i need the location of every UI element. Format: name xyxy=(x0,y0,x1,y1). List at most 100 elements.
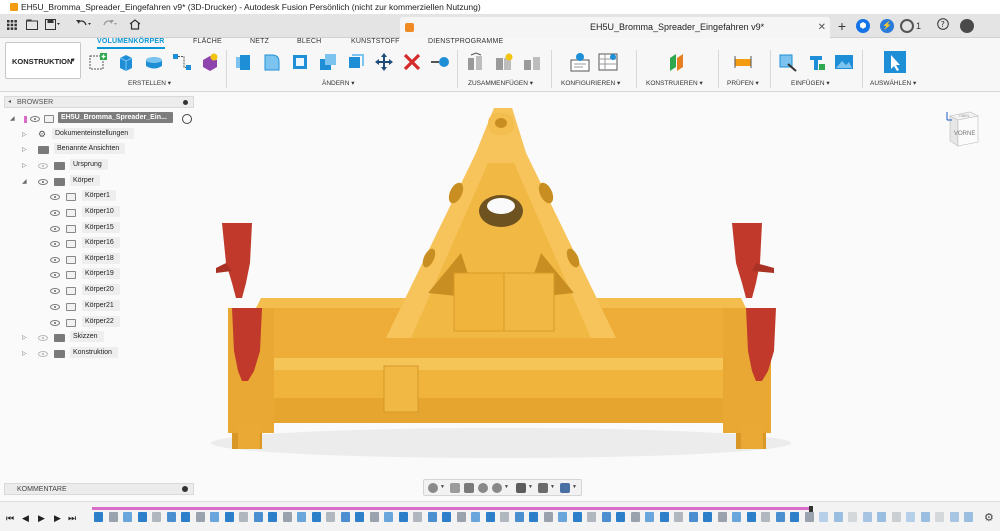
press-pull-icon[interactable] xyxy=(234,52,254,72)
timeline-feature-icon[interactable] xyxy=(137,512,147,522)
group-pruefen[interactable]: PRÜFEN ▾ xyxy=(727,79,759,87)
visibility-eye-icon[interactable] xyxy=(50,320,60,326)
visibility-eye-icon[interactable] xyxy=(38,179,48,185)
configure-table-icon[interactable] xyxy=(598,52,618,72)
visibility-eye-icon[interactable] xyxy=(50,272,60,278)
timeline-feature-icon[interactable] xyxy=(413,512,422,522)
physical-material-icon[interactable] xyxy=(430,52,450,72)
as-built-joint-icon[interactable] xyxy=(522,52,542,72)
fillet-icon[interactable] xyxy=(262,52,282,72)
home-icon[interactable] xyxy=(128,17,142,35)
orbit-icon[interactable] xyxy=(428,483,438,493)
timeline-feature-icon[interactable] xyxy=(500,512,509,522)
timeline-feature-icon[interactable] xyxy=(572,512,582,522)
timeline-feature-icon[interactable] xyxy=(427,512,437,522)
notifications-icon[interactable]: ⚡ xyxy=(880,19,894,33)
undo-icon[interactable] xyxy=(74,17,94,35)
timeline-feature-icon[interactable] xyxy=(543,512,553,522)
timeline-feature-icon[interactable] xyxy=(456,512,466,522)
timeline-feature-icon[interactable] xyxy=(891,512,901,522)
timeline-feature-icon[interactable] xyxy=(616,512,625,522)
visibility-eye-icon[interactable] xyxy=(38,163,48,169)
create-sketch-icon[interactable] xyxy=(88,52,108,72)
group-auswaehlen[interactable]: AUSWÄHLEN ▾ xyxy=(870,79,916,87)
close-tab-icon[interactable]: ✕ xyxy=(818,17,826,38)
visibility-eye-icon[interactable] xyxy=(50,304,60,310)
timeline-feature-icon[interactable] xyxy=(877,512,886,522)
timeline-feature-icon[interactable] xyxy=(848,512,857,522)
timeline-feature-icon[interactable] xyxy=(514,512,524,522)
tab-flaeche[interactable]: FLÄCHE xyxy=(193,38,222,48)
workspace-switcher[interactable]: KONSTRUKTION ▼ xyxy=(5,42,81,79)
timeline-feature-icon[interactable] xyxy=(108,512,118,522)
step-back-icon[interactable]: ◀ xyxy=(22,513,29,524)
extensions-icon[interactable]: ⬢ xyxy=(856,19,870,33)
combine-icon[interactable] xyxy=(318,52,338,72)
visibility-eye-icon[interactable] xyxy=(50,241,60,247)
timeline-feature-icon[interactable] xyxy=(210,512,219,522)
timeline-feature-icon[interactable] xyxy=(355,512,364,522)
app-grid-icon[interactable] xyxy=(6,17,18,35)
timeline-feature-icon[interactable] xyxy=(471,512,480,522)
group-erstellen[interactable]: ERSTELLEN ▾ xyxy=(128,79,171,87)
shell-icon[interactable] xyxy=(290,52,310,72)
fit-zoom-icon[interactable] xyxy=(492,483,502,493)
insert-canvas-icon[interactable] xyxy=(834,52,854,72)
expand-arrow-icon[interactable]: ▷ xyxy=(22,159,30,173)
step-forward-icon[interactable]: ▶ xyxy=(54,513,61,524)
viewports-icon[interactable] xyxy=(560,483,570,493)
group-zusammenfuegen[interactable]: ZUSAMMENFÜGEN ▾ xyxy=(468,79,533,87)
comments-panel[interactable]: KOMMENTARE xyxy=(4,483,194,495)
group-aendern[interactable]: ÄNDERN ▾ xyxy=(322,79,355,87)
timeline-feature-icon[interactable] xyxy=(369,512,379,522)
file-dropdown-icon[interactable] xyxy=(44,17,62,35)
timeline-feature-icon[interactable] xyxy=(674,512,683,522)
document-tab[interactable]: EH5U_Bromma_Spreader_Eingefahren v9* ✕ xyxy=(400,17,830,38)
pan-hand-icon[interactable] xyxy=(464,483,474,493)
viewport-canvas[interactable] xyxy=(196,93,816,478)
timeline-feature-icon[interactable] xyxy=(326,512,335,522)
timeline-feature-icon[interactable] xyxy=(732,512,741,522)
move-icon[interactable] xyxy=(374,52,394,72)
timeline-feature-icon[interactable] xyxy=(166,512,176,522)
timeline-feature-icon[interactable] xyxy=(239,512,248,522)
expand-arrow-icon[interactable]: ▷ xyxy=(22,143,30,157)
panel-pin-icon[interactable] xyxy=(183,100,188,105)
timeline-feature-icon[interactable] xyxy=(297,512,306,522)
timeline-feature-icon[interactable] xyxy=(195,512,205,522)
tab-dienstprogramme[interactable]: DIENSTPROGRAMME xyxy=(428,38,503,48)
timeline-feature-icon[interactable] xyxy=(775,512,785,522)
group-konfigurieren[interactable]: KONFIGURIEREN ▾ xyxy=(561,79,620,87)
timeline-feature-icon[interactable] xyxy=(630,512,640,522)
comments-toggle-icon[interactable] xyxy=(182,486,188,492)
expand-arrow-icon[interactable]: ▷ xyxy=(22,128,30,142)
joint-icon[interactable] xyxy=(494,52,514,72)
timeline-feature-icon[interactable] xyxy=(804,512,814,522)
visibility-eye-icon[interactable] xyxy=(38,351,48,357)
timeline-feature-icon[interactable] xyxy=(282,512,292,522)
timeline-feature-icon[interactable] xyxy=(717,512,727,522)
display-settings-icon[interactable] xyxy=(516,483,526,493)
timeline-feature-icon[interactable] xyxy=(819,512,828,522)
expand-arrow-icon[interactable]: ◢ xyxy=(10,112,18,126)
visibility-eye-icon[interactable] xyxy=(50,194,60,200)
offset-plane-icon[interactable] xyxy=(667,52,687,72)
zoom-icon[interactable] xyxy=(478,483,488,493)
timeline-feature-icon[interactable] xyxy=(746,512,756,522)
change-parameters-icon[interactable] xyxy=(570,52,590,72)
timeline-feature-icon[interactable] xyxy=(485,512,495,522)
visibility-eye-icon[interactable] xyxy=(50,257,60,263)
timeline-feature-icon[interactable] xyxy=(862,512,872,522)
visibility-eye-icon[interactable] xyxy=(50,210,60,216)
timeline-feature-icon[interactable] xyxy=(94,512,103,522)
job-status-icon[interactable] xyxy=(900,19,914,33)
timeline-feature-icon[interactable] xyxy=(398,512,408,522)
grid-settings-icon[interactable] xyxy=(538,483,548,493)
timeline-feature-icon[interactable] xyxy=(964,512,973,522)
delete-icon[interactable] xyxy=(402,52,422,72)
timeline-feature-icon[interactable] xyxy=(790,512,799,522)
redo-icon[interactable] xyxy=(100,17,120,35)
visibility-eye-icon[interactable] xyxy=(50,288,60,294)
timeline-feature-icon[interactable] xyxy=(833,512,843,522)
new-component-icon[interactable] xyxy=(466,52,486,72)
